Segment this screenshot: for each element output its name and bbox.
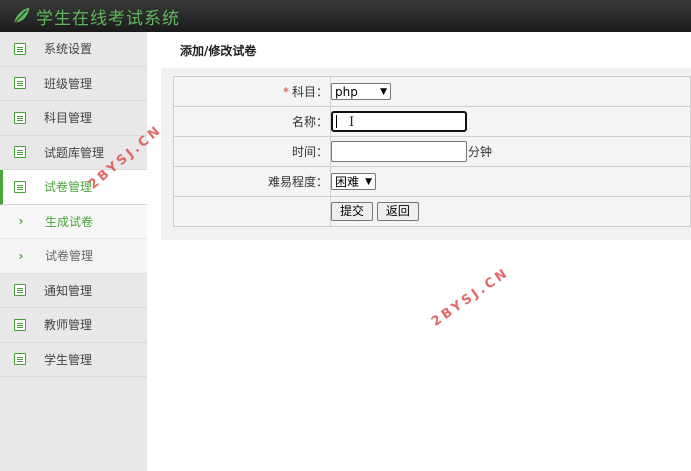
sidebar-item-label: 通知管理 xyxy=(44,283,93,298)
text-caret xyxy=(336,115,337,128)
sidebar-subitem-paper-management[interactable]: › 试卷管理 xyxy=(0,239,147,274)
document-icon xyxy=(14,318,26,331)
form-value-cell: 困难 ▼ xyxy=(330,166,691,197)
form-row-name: 名称： I xyxy=(173,106,691,137)
document-icon xyxy=(14,353,26,366)
time-label: 时间： xyxy=(291,145,328,159)
sidebar-item-label: 试题库管理 xyxy=(44,145,105,160)
sidebar-item-label: 教师管理 xyxy=(44,318,93,333)
submit-button[interactable]: 提交 xyxy=(331,202,374,221)
sidebar-subitem-label: 试卷管理 xyxy=(45,249,94,264)
chevron-down-icon: ▼ xyxy=(365,176,372,187)
difficulty-select-value: 困难 xyxy=(335,175,360,189)
form-value-cell: 分钟 xyxy=(330,136,691,167)
form-value-cell: php ▼ xyxy=(330,76,691,107)
form-value-cell: I xyxy=(330,106,691,137)
form-row-subject: * 科目： php ▼ xyxy=(173,76,691,107)
sidebar-item-label: 班级管理 xyxy=(44,76,93,91)
chevron-right-icon: › xyxy=(18,214,24,229)
app-window: 学生在线考试系统 系统设置 班级管理 科目管理 试题库管理 试卷管理 › 生成试… xyxy=(0,0,691,471)
page-title: 添加/修改试卷 xyxy=(180,44,257,58)
difficulty-label: 难易程度： xyxy=(267,175,328,189)
time-input[interactable] xyxy=(331,141,467,162)
sidebar-subitem-generate-paper[interactable]: › 生成试卷 xyxy=(0,204,147,239)
subject-select-value: php xyxy=(335,84,358,99)
required-marker: * xyxy=(282,85,289,99)
app-header: 学生在线考试系统 xyxy=(0,0,691,32)
form-label-cell: * 科目： xyxy=(173,76,331,107)
form-label-cell xyxy=(173,196,331,227)
sidebar-item-notice-management[interactable]: 通知管理 xyxy=(0,273,147,308)
main-content: 添加/修改试卷 * 科目： php ▼ 名称： I 时间： 分钟 难易程度： 困… xyxy=(147,32,691,471)
chevron-right-icon: › xyxy=(18,248,24,263)
text-cursor-icon: I xyxy=(349,115,355,130)
subject-label: 科目： xyxy=(291,85,328,99)
form-row-actions: 提交 返回 xyxy=(173,196,691,227)
sidebar-item-student-management[interactable]: 学生管理 xyxy=(0,342,147,377)
sidebar-item-subject-management[interactable]: 科目管理 xyxy=(0,101,147,136)
time-unit: 分钟 xyxy=(468,145,493,159)
document-icon xyxy=(14,111,26,124)
sidebar-item-label: 学生管理 xyxy=(44,352,93,367)
form-label-cell: 名称： xyxy=(173,106,331,137)
sidebar: 系统设置 班级管理 科目管理 试题库管理 试卷管理 › 生成试卷 › 试卷管理 … xyxy=(0,32,147,471)
form-panel: * 科目： php ▼ 名称： I 时间： 分钟 难易程度： 困难 ▼ 提交 返… xyxy=(161,68,691,240)
form-row-time: 时间： 分钟 xyxy=(173,136,691,167)
sidebar-item-class-management[interactable]: 班级管理 xyxy=(0,66,147,101)
app-title: 学生在线考试系统 xyxy=(36,8,180,29)
sidebar-item-label: 系统设置 xyxy=(44,42,93,57)
document-icon xyxy=(14,180,26,193)
subject-select[interactable]: php ▼ xyxy=(331,83,391,100)
exam-paper-form: * 科目： php ▼ 名称： I 时间： 分钟 难易程度： 困难 ▼ 提交 返… xyxy=(173,76,691,227)
leaf-logo-icon xyxy=(13,7,30,25)
form-value-cell: 提交 返回 xyxy=(330,196,691,227)
form-row-difficulty: 难易程度： 困难 ▼ xyxy=(173,166,691,197)
form-label-cell: 时间： xyxy=(173,136,331,167)
document-icon xyxy=(14,77,26,90)
chevron-down-icon: ▼ xyxy=(380,86,387,97)
sidebar-item-system-settings[interactable]: 系统设置 xyxy=(0,32,147,67)
back-button[interactable]: 返回 xyxy=(376,202,419,221)
sidebar-item-exam-paper-management[interactable]: 试卷管理 xyxy=(0,170,147,205)
difficulty-select[interactable]: 困难 ▼ xyxy=(331,173,376,190)
sidebar-item-label: 科目管理 xyxy=(44,111,93,126)
document-icon xyxy=(14,284,26,297)
name-label: 名称： xyxy=(291,115,328,129)
sidebar-subitem-label: 生成试卷 xyxy=(45,214,94,229)
form-label-cell: 难易程度： xyxy=(173,166,331,197)
name-input[interactable]: I xyxy=(331,111,467,132)
document-icon xyxy=(14,42,26,55)
sidebar-item-teacher-management[interactable]: 教师管理 xyxy=(0,308,147,343)
document-icon xyxy=(14,146,26,159)
